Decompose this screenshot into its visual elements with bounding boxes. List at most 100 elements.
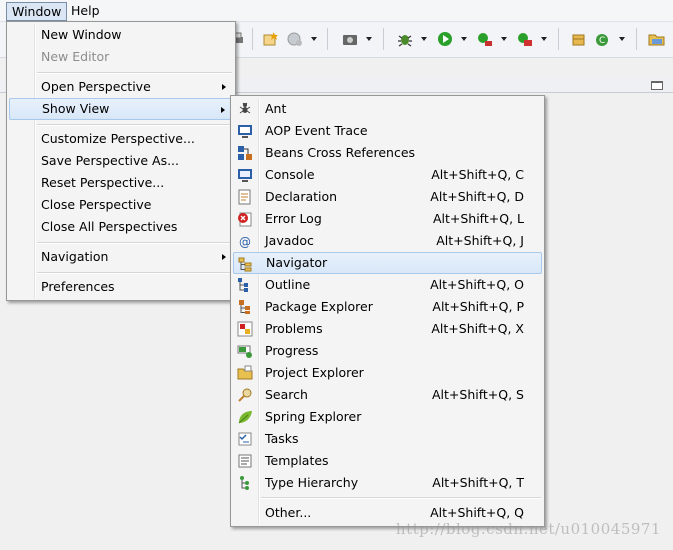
error-log-icon [238, 212, 252, 227]
new-class-icon[interactable]: C [593, 30, 611, 48]
menu-item-shortcut: Alt+Shift+Q, D [430, 189, 524, 204]
menu-item-new-editor: New Editor [9, 46, 233, 68]
javadoc-icon: @ [239, 235, 251, 249]
menu-item-customize-perspective[interactable]: Customize Perspective... [9, 128, 233, 150]
dropdown-arrow-icon[interactable] [619, 37, 625, 41]
menu-item-shortcut: Alt+Shift+Q, S [431, 387, 524, 402]
dropdown-arrow-icon[interactable] [541, 37, 547, 41]
menu-item-label: Spring Explorer [265, 409, 362, 424]
menu-item-open-perspective[interactable]: Open Perspective [9, 76, 233, 98]
menu-item-console[interactable]: Console Alt+Shift+Q, C [233, 164, 542, 186]
toolbar-separator [383, 28, 384, 50]
outline-icon [238, 278, 248, 292]
menu-separator [37, 242, 232, 244]
menu-item-tasks[interactable]: Tasks [233, 428, 542, 450]
menu-item-label: Templates [265, 453, 329, 468]
menu-item-close-all-perspectives[interactable]: Close All Perspectives [9, 216, 233, 238]
spring-explorer-icon [238, 411, 252, 424]
progress-icon [237, 345, 252, 358]
debug-icon[interactable] [396, 30, 414, 48]
menu-item-label: Reset Perspective... [41, 175, 165, 190]
run-external-icon[interactable] [476, 30, 494, 48]
aop-event-trace-icon [238, 125, 252, 138]
menu-item-package-explorer[interactable]: Package Explorer Alt+Shift+Q, P [233, 296, 542, 318]
toolbar-separator [636, 28, 637, 50]
problems-icon [237, 321, 253, 337]
open-folder-icon[interactable] [648, 30, 666, 48]
menu-separator [37, 124, 232, 126]
show-view-menu: Ant AOP Event Trace Beans Cross Referenc… [230, 95, 545, 527]
menu-item-declaration[interactable]: Declaration Alt+Shift+Q, D [233, 186, 542, 208]
submenu-arrow-icon [222, 84, 226, 90]
dropdown-arrow-icon[interactable] [461, 37, 467, 41]
menu-item-shortcut: Alt+Shift+Q, X [431, 321, 524, 336]
window-menu: New Window New Editor Open Perspective S… [6, 21, 236, 301]
templates-icon [238, 454, 252, 468]
menu-help[interactable]: Help [66, 2, 105, 19]
menu-item-label: AOP Event Trace [265, 123, 368, 138]
menu-item-new-window[interactable]: New Window [9, 24, 233, 46]
menu-item-project-explorer[interactable]: Project Explorer [233, 362, 542, 384]
dropdown-arrow-icon[interactable] [366, 37, 372, 41]
menu-item-ant[interactable]: Ant [233, 98, 542, 120]
menu-item-label: Ant [265, 101, 287, 116]
menu-item-label: Close Perspective [41, 197, 152, 212]
new-package-icon[interactable] [570, 30, 588, 48]
menu-item-progress[interactable]: Progress [233, 340, 542, 362]
menu-item-save-perspective-as[interactable]: Save Perspective As... [9, 150, 233, 172]
menu-item-label: Project Explorer [265, 365, 364, 380]
menu-item-outline[interactable]: Outline Alt+Shift+Q, O [233, 274, 542, 296]
menu-item-label: Close All Perspectives [41, 219, 178, 234]
menu-item-error-log[interactable]: Error Log Alt+Shift+Q, L [233, 208, 542, 230]
menu-item-navigator[interactable]: Navigator [233, 252, 542, 274]
menu-item-close-perspective[interactable]: Close Perspective [9, 194, 233, 216]
toolbar-separator [252, 28, 253, 50]
menu-item-label: Beans Cross References [265, 145, 416, 160]
beans-cross-references-icon [238, 146, 252, 160]
menu-item-navigation[interactable]: Navigation [9, 246, 233, 268]
new-project-icon[interactable] [262, 30, 280, 48]
camera-icon[interactable] [341, 30, 359, 48]
menu-item-problems[interactable]: Problems Alt+Shift+Q, X [233, 318, 542, 340]
ant-icon [239, 102, 251, 114]
menu-item-type-hierarchy[interactable]: Type Hierarchy Alt+Shift+Q, T [233, 472, 542, 494]
menu-separator [37, 272, 232, 274]
menu-separator [261, 497, 541, 499]
menu-window[interactable]: Window [6, 2, 68, 21]
menu-item-search[interactable]: Search Alt+Shift+Q, S [233, 384, 542, 406]
search-icon [238, 388, 252, 402]
menu-item-reset-perspective[interactable]: Reset Perspective... [9, 172, 233, 194]
navigator-icon [238, 257, 252, 272]
svg-text:@: @ [239, 235, 251, 249]
menu-item-spring-explorer[interactable]: Spring Explorer [233, 406, 542, 428]
menu-item-preferences[interactable]: Preferences [9, 276, 233, 298]
menu-separator [37, 72, 232, 74]
submenu-arrow-icon [222, 254, 226, 260]
submenu-arrow-icon [221, 107, 225, 113]
project-explorer-icon [237, 365, 253, 380]
menu-item-javadoc[interactable]: @ Javadoc Alt+Shift+Q, J [233, 230, 542, 252]
menu-item-label: Show View [42, 101, 110, 116]
svg-text:C: C [599, 36, 605, 46]
menu-item-label: Type Hierarchy [265, 475, 359, 490]
globe-icon[interactable] [286, 30, 304, 48]
external-tools-icon[interactable] [516, 30, 534, 48]
dropdown-arrow-icon[interactable] [421, 37, 427, 41]
tasks-icon [238, 432, 252, 446]
menu-item-beans-cross-references[interactable]: Beans Cross References [233, 142, 542, 164]
menu-item-label: Customize Perspective... [41, 131, 195, 146]
menu-item-label: Console [265, 167, 315, 182]
dropdown-arrow-icon[interactable] [311, 37, 317, 41]
menu-item-aop-event-trace[interactable]: AOP Event Trace [233, 120, 542, 142]
toolbar-separator [327, 28, 328, 50]
menu-item-shortcut: Alt+Shift+Q, C [431, 167, 524, 182]
menu-item-show-view[interactable]: Show View [9, 98, 233, 120]
menu-item-label: Preferences [41, 279, 115, 294]
menu-item-shortcut: Alt+Shift+Q, L [432, 211, 524, 226]
minimize-icon[interactable] [651, 81, 663, 90]
menu-item-templates[interactable]: Templates [233, 450, 542, 472]
run-icon[interactable] [436, 30, 454, 48]
menu-item-label: Tasks [265, 431, 299, 446]
dropdown-arrow-icon[interactable] [501, 37, 507, 41]
menu-item-label: Other... [265, 505, 312, 520]
